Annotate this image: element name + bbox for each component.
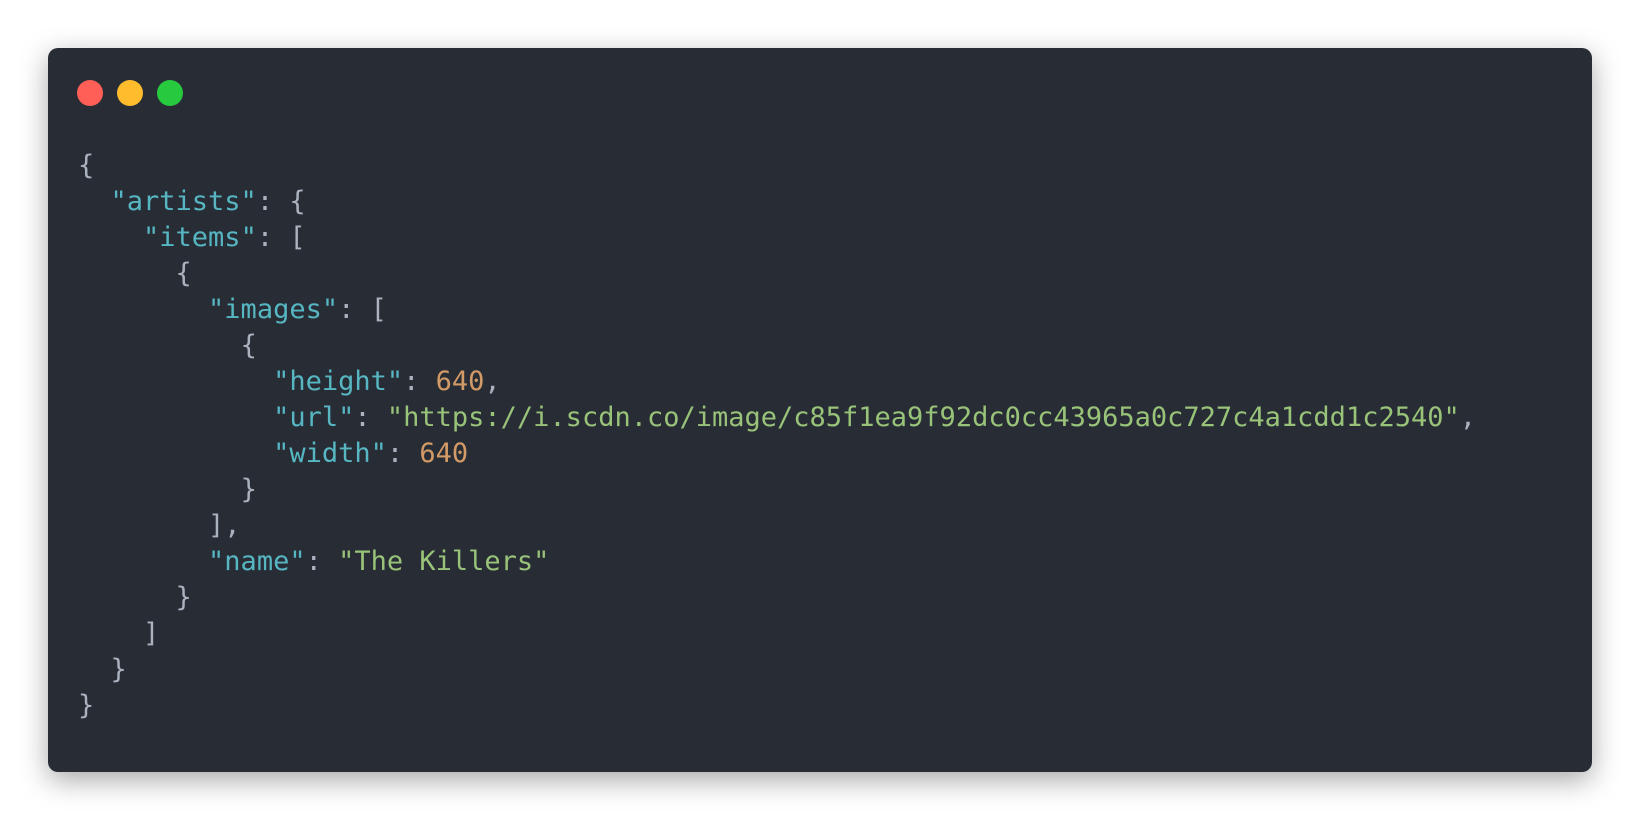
window-controls	[77, 80, 183, 106]
json-string: "The Killers"	[338, 546, 550, 577]
code-line: "images": [	[78, 292, 1476, 328]
minimize-dot-icon[interactable]	[117, 80, 143, 106]
json-punctuation: :	[354, 402, 387, 433]
json-key: "artists"	[110, 186, 257, 217]
json-punctuation: {	[175, 258, 192, 289]
json-punctuation: :	[403, 366, 436, 397]
json-punctuation: }	[78, 690, 95, 721]
json-punctuation: ],	[208, 510, 241, 541]
code-line: {	[78, 328, 1476, 364]
maximize-dot-icon[interactable]	[157, 80, 183, 106]
code-line: ],	[78, 508, 1476, 544]
json-punctuation: }	[175, 582, 192, 613]
json-punctuation: : [	[256, 222, 306, 253]
json-punctuation: {	[240, 330, 257, 361]
json-punctuation: : [	[338, 294, 387, 325]
json-key: "name"	[208, 546, 306, 577]
json-punctuation: :	[305, 546, 339, 577]
json-punctuation: {	[78, 150, 95, 181]
json-key: "url"	[273, 402, 355, 433]
json-number: 640	[419, 438, 469, 469]
json-punctuation: : {	[256, 186, 306, 217]
json-key: "height"	[273, 366, 404, 397]
json-key: "items"	[143, 222, 257, 253]
json-punctuation: ,	[484, 366, 501, 397]
code-line: "name": "The Killers"	[78, 544, 1476, 580]
code-line: "url": "https://i.scdn.co/image/c85f1ea9…	[78, 400, 1476, 436]
code-line: "items": [	[78, 220, 1476, 256]
json-punctuation: ]	[143, 618, 160, 649]
json-code-block: { "artists": { "items": [ { "images": [ …	[78, 148, 1476, 724]
json-punctuation: }	[110, 654, 127, 685]
code-line: {	[78, 256, 1476, 292]
code-line: {	[78, 148, 1476, 184]
code-line: "artists": {	[78, 184, 1476, 220]
code-line: "height": 640,	[78, 364, 1476, 400]
json-punctuation: :	[386, 438, 420, 469]
json-key: "images"	[208, 294, 339, 325]
code-line: }	[78, 580, 1476, 616]
json-key: "width"	[273, 438, 387, 469]
code-line: }	[78, 652, 1476, 688]
code-window: { "artists": { "items": [ { "images": [ …	[48, 48, 1592, 772]
code-line: ]	[78, 616, 1476, 652]
json-string: "https://i.scdn.co/image/c85f1ea9f92dc0c…	[386, 402, 1460, 433]
code-line: "width": 640	[78, 436, 1476, 472]
json-punctuation: ,	[1459, 402, 1476, 433]
close-dot-icon[interactable]	[77, 80, 103, 106]
code-line: }	[78, 688, 1476, 724]
json-punctuation: }	[240, 474, 257, 505]
json-number: 640	[435, 366, 485, 397]
code-line: }	[78, 472, 1476, 508]
